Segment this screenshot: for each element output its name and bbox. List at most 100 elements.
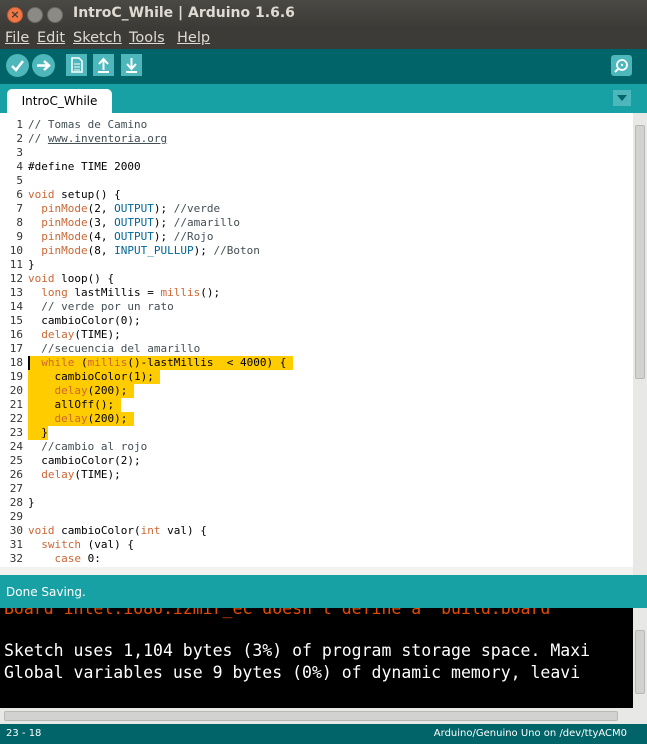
- line-position: 23 - 18: [6, 728, 42, 739]
- menu-tools[interactable]: Tools: [129, 30, 165, 46]
- line-number: 22: [9, 412, 23, 425]
- line-number: 3: [16, 146, 23, 159]
- code-text: void setup() {: [28, 188, 121, 201]
- tab-menu-button[interactable]: [613, 90, 631, 106]
- console-scroll-thumb[interactable]: [635, 630, 645, 694]
- line-number: 4: [16, 160, 23, 173]
- code-line[interactable]: 22 delay(200);: [0, 412, 633, 426]
- code-line[interactable]: 8 pinMode(3, OUTPUT); //amarillo: [0, 216, 633, 230]
- line-number: 20: [9, 384, 23, 397]
- line-number: 9: [16, 230, 23, 243]
- code-line[interactable]: 18 while (millis()-lastMillis < 4000) {: [0, 356, 633, 370]
- title-bar: × IntroC_While | Arduino 1.6.6: [0, 0, 647, 29]
- code-text: allOff();: [28, 398, 115, 411]
- open-button[interactable]: [93, 54, 114, 76]
- code-line[interactable]: 24 //cambio al rojo: [0, 440, 633, 454]
- code-line[interactable]: 16 delay(TIME);: [0, 328, 633, 342]
- triangle-down-icon: [617, 95, 627, 101]
- code-line[interactable]: 1 // Tomas de Camino: [0, 118, 633, 132]
- code-line[interactable]: 28}: [0, 496, 633, 510]
- tab-bar: IntroC_While: [0, 84, 647, 113]
- editor-scroll-thumb[interactable]: [635, 125, 645, 379]
- code-line[interactable]: 23 }: [0, 426, 633, 440]
- code-text: pinMode(3, OUTPUT); //amarillo: [41, 216, 240, 229]
- editor-vertical-scrollbar[interactable]: [633, 113, 647, 575]
- console-vertical-scrollbar[interactable]: [633, 608, 647, 708]
- line-number: 10: [9, 244, 23, 257]
- code-line[interactable]: 4 #define TIME 2000: [0, 160, 633, 174]
- line-number: 6: [16, 188, 23, 201]
- code-line[interactable]: 25 cambioColor(2);: [0, 454, 633, 468]
- menu-sketch[interactable]: Sketch: [73, 30, 122, 46]
- code-line[interactable]: 27: [0, 482, 633, 496]
- status-bar: Done Saving.: [0, 575, 647, 608]
- code-line[interactable]: 26 delay(TIME);: [0, 468, 633, 482]
- code-text: }: [28, 496, 35, 509]
- code-line[interactable]: 21 allOff();: [0, 398, 633, 412]
- editor-horizontal-scrollbar[interactable]: [0, 567, 633, 575]
- code-line[interactable]: 2 // www.inventoria.org: [0, 132, 633, 146]
- tab-introc-while[interactable]: IntroC_While: [7, 89, 112, 113]
- close-window-button[interactable]: ×: [7, 7, 23, 23]
- line-number: 18: [9, 356, 23, 369]
- console-line: Global variables use 9 bytes (0%) of dyn…: [4, 663, 581, 682]
- code-line[interactable]: 9 pinMode(4, OUTPUT); //Rojo: [0, 230, 633, 244]
- code-line[interactable]: 6 void setup() {: [0, 188, 633, 202]
- code-text: //secuencia del amarillo: [41, 342, 201, 355]
- code-line[interactable]: 14 // verde por un rato: [0, 300, 633, 314]
- code-line[interactable]: 32 case 0:: [0, 552, 633, 566]
- code-line[interactable]: 19 cambioColor(1);: [0, 370, 633, 384]
- menu-help[interactable]: Help: [177, 30, 210, 46]
- console-hscroll-thumb[interactable]: [4, 711, 618, 721]
- save-button[interactable]: [121, 54, 142, 76]
- menu-file[interactable]: File: [5, 30, 29, 46]
- line-number: 32: [9, 552, 23, 565]
- arrow-right-icon: [37, 60, 51, 71]
- minimize-window-button[interactable]: [27, 7, 43, 23]
- line-number: 28: [9, 496, 23, 509]
- code-line[interactable]: 31 switch (val) {: [0, 538, 633, 552]
- code-line[interactable]: 29: [0, 510, 633, 524]
- console-line: Sketch uses 1,104 bytes (3%) of program …: [4, 641, 591, 660]
- new-sketch-button[interactable]: [66, 54, 87, 76]
- code-line[interactable]: 30 void cambioColor(int val) {: [0, 524, 633, 538]
- code-line[interactable]: 7 pinMode(2, OUTPUT); //verde: [0, 202, 633, 216]
- line-number: 30: [9, 524, 23, 537]
- line-number: 24: [9, 440, 23, 453]
- code-text: //cambio al rojo: [41, 440, 148, 453]
- magnifier-icon: [614, 59, 628, 73]
- code-text: pinMode(8, INPUT_PULLUP); //Boton: [41, 244, 260, 257]
- maximize-window-button[interactable]: [47, 7, 63, 23]
- code-text: pinMode(2, OUTPUT); //verde: [41, 202, 221, 215]
- code-text: delay(TIME);: [41, 328, 121, 341]
- line-number: 5: [16, 174, 23, 187]
- checkmark-icon: [11, 60, 24, 72]
- code-line[interactable]: 10 pinMode(8, INPUT_PULLUP); //Boton: [0, 244, 633, 258]
- code-line[interactable]: 15 cambioColor(0);: [0, 314, 633, 328]
- line-number: 7: [16, 202, 23, 215]
- code-line[interactable]: 3: [0, 146, 633, 160]
- verify-button[interactable]: [6, 54, 29, 77]
- line-number: 17: [9, 342, 23, 355]
- code-line[interactable]: 11}: [0, 258, 633, 272]
- upload-button[interactable]: [32, 54, 55, 77]
- menu-bar: File Edit Sketch Tools Help: [0, 29, 647, 49]
- code-line[interactable]: 12 void loop() {: [0, 272, 633, 286]
- code-line[interactable]: 17 //secuencia del amarillo: [0, 342, 633, 356]
- line-number: 11: [9, 258, 23, 271]
- code-line[interactable]: 13 long lastMillis = millis();: [0, 286, 633, 300]
- code-text: delay(TIME);: [41, 468, 121, 481]
- line-number: 29: [9, 510, 23, 523]
- menu-edit[interactable]: Edit: [37, 30, 65, 46]
- line-number: 1: [16, 118, 23, 131]
- code-text: #define TIME 2000: [28, 160, 141, 173]
- code-line[interactable]: 20 delay(200);: [0, 384, 633, 398]
- console-horizontal-scrollbar[interactable]: [0, 708, 647, 724]
- line-number: 16: [9, 328, 23, 341]
- serial-monitor-button[interactable]: [611, 55, 632, 76]
- code-editor[interactable]: 1 // Tomas de Camino 2 // www.inventoria.or…: [0, 113, 647, 575]
- code-line[interactable]: 5: [0, 174, 633, 188]
- board-info: Arduino/Genuino Uno on /dev/ttyACM0: [433, 728, 627, 739]
- line-number: 27: [9, 482, 23, 495]
- status-message: Done Saving.: [6, 585, 86, 599]
